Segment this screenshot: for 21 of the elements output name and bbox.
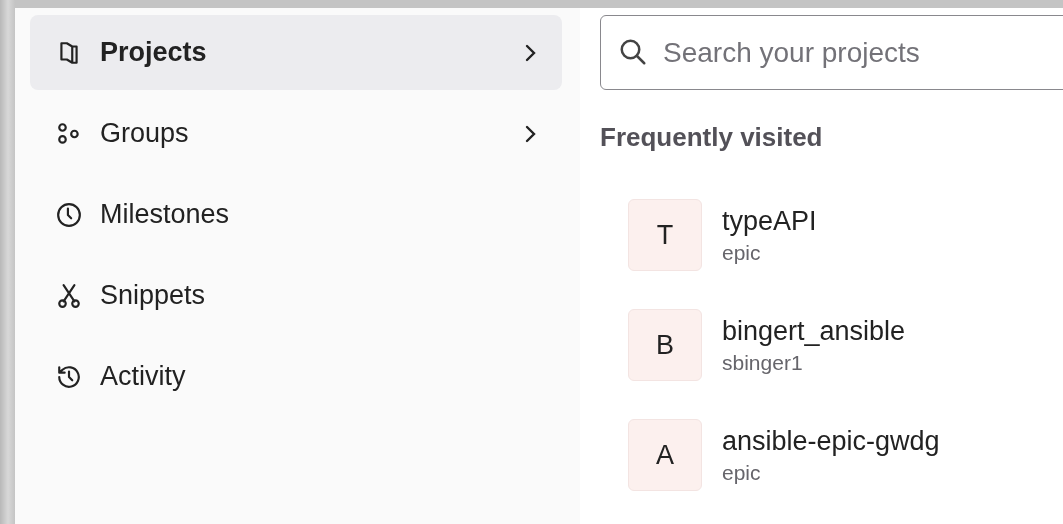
scissors-icon [56, 282, 82, 309]
history-icon [56, 363, 82, 390]
project-avatar[interactable]: T [628, 199, 702, 271]
search-field[interactable]: Search your projects [600, 15, 1063, 90]
project-name[interactable]: typeAPI [722, 205, 817, 237]
nav-item[interactable]: Projects [30, 15, 562, 90]
project-name[interactable]: ansible-epic-gwdg [722, 425, 940, 457]
clock-icon [56, 201, 82, 228]
project-name[interactable]: bingert_ansible [722, 315, 906, 347]
nav-item[interactable]: Activity [30, 339, 562, 414]
nav-item[interactable]: Milestones [30, 177, 562, 252]
groups-icon [56, 120, 82, 147]
project-namespace: sbinger1 [722, 350, 804, 375]
nav-item[interactable]: Snippets [30, 258, 562, 333]
nav-item[interactable]: Groups [30, 96, 562, 171]
project-avatar[interactable]: B [628, 309, 702, 381]
project-namespace: epic [722, 240, 762, 265]
project-namespace: epic [722, 460, 762, 485]
project-avatar[interactable]: A [628, 419, 702, 491]
search-icon [618, 37, 648, 67]
section-heading: Frequently visited [600, 122, 824, 153]
